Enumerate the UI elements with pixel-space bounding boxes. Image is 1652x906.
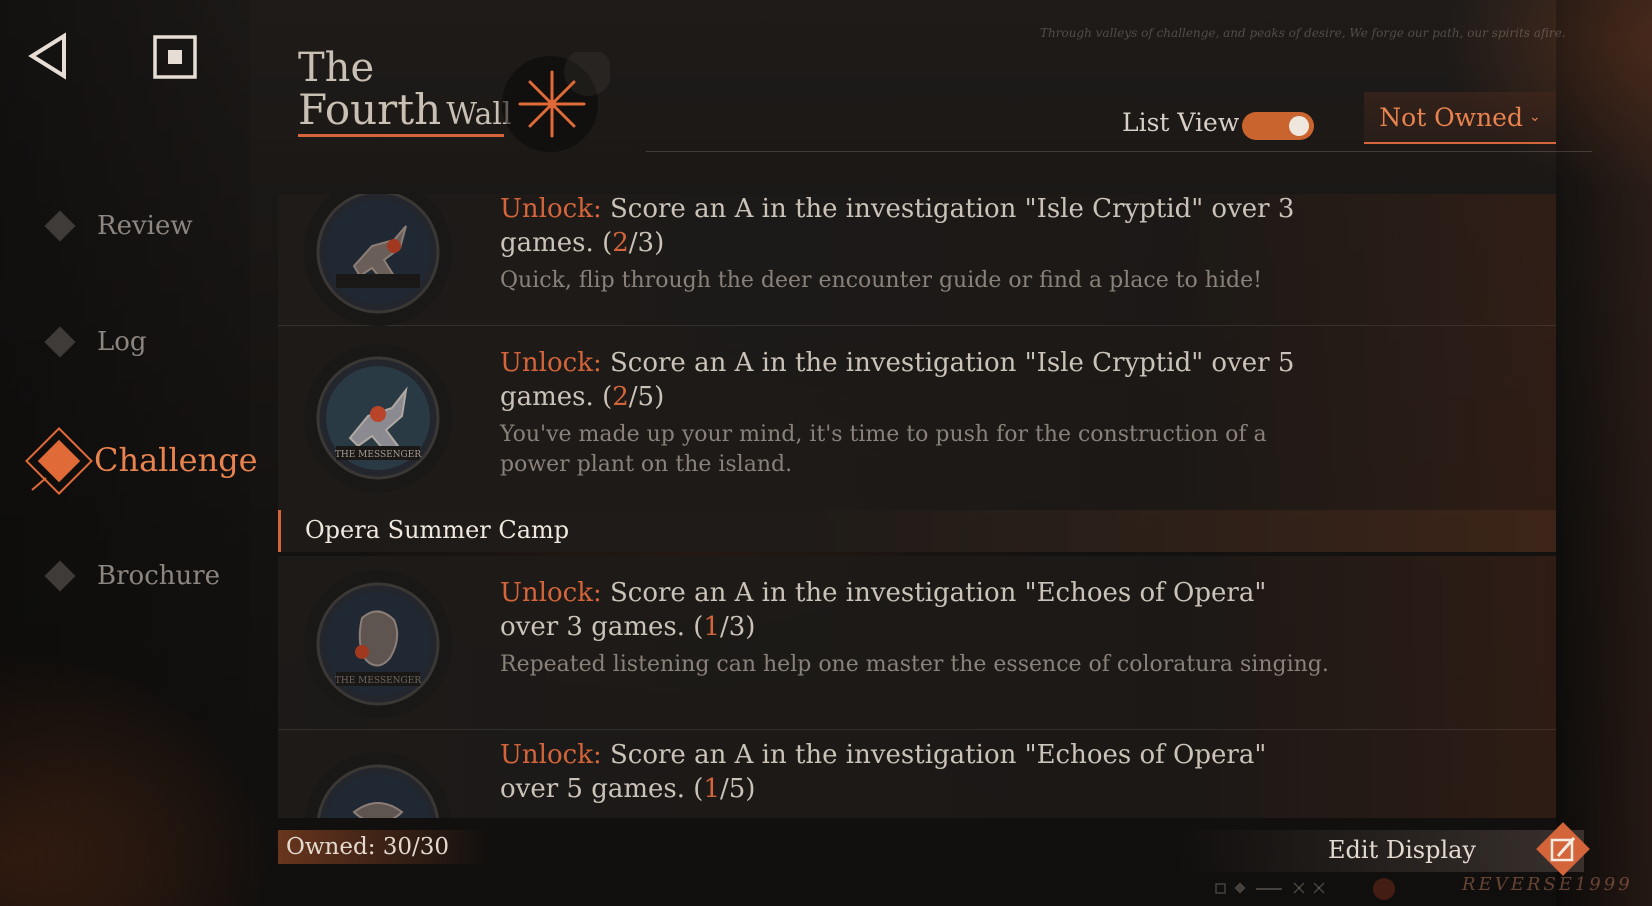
unlock-requirement: Unlock: Score an A in the investigation … xyxy=(500,738,1330,806)
sidebar-item-label: Log xyxy=(97,327,147,357)
sidebar-item-review[interactable]: Review xyxy=(40,206,193,246)
section-title: Opera Summer Camp xyxy=(305,516,570,544)
messenger-badge-icon: THE MESSENGER xyxy=(304,344,452,492)
progress-open: ( xyxy=(602,228,613,258)
item-description: Repeated listening can help one master t… xyxy=(500,652,1329,677)
list-item[interactable]: THE MESSENGER Unlock: Score an A in the … xyxy=(278,556,1556,730)
unlock-requirement: Unlock: Score an A in the investigation … xyxy=(500,194,1330,260)
diamond-icon xyxy=(44,326,76,358)
game-logo: REVERSE1999 xyxy=(1462,874,1633,895)
progress-open: ( xyxy=(602,382,613,412)
right-edge-band xyxy=(1556,0,1652,906)
svg-text:THE MESSENGER: THE MESSENGER xyxy=(335,450,421,460)
sidebar-item-label: Brochure xyxy=(97,561,221,591)
progress-current: 1 xyxy=(703,612,720,642)
progress-total: /3) xyxy=(628,228,665,258)
progress-open: ( xyxy=(693,774,704,804)
owned-count: Owned: 30/30 xyxy=(278,830,488,864)
list-item[interactable]: THE MESSENGER Unlock: Score an A in the … xyxy=(278,326,1556,510)
list-view-label: List View xyxy=(1122,108,1240,137)
unlock-keyword: Unlock: xyxy=(500,578,602,608)
title-line-2: Fourth xyxy=(298,85,442,134)
messenger-badge-icon: THE MESSENGER xyxy=(304,570,452,718)
filter-dropdown[interactable]: Not Owned ⌄ xyxy=(1364,92,1556,144)
chevron-down-icon: ⌄ xyxy=(1528,109,1541,125)
page-title: The Fourth Wall xyxy=(298,48,512,132)
section-header: Opera Summer Camp xyxy=(278,510,1556,552)
messenger-badge-icon xyxy=(304,752,452,818)
divider xyxy=(646,151,1592,152)
unlock-keyword: Unlock: xyxy=(500,348,602,378)
diamond-icon xyxy=(44,210,76,242)
unlock-requirement: Unlock: Score an A in the investigation … xyxy=(500,346,1330,414)
requirement-text: Score an A in the investigation "Echoes … xyxy=(500,740,1267,804)
sidebar-item-challenge[interactable]: Challenge xyxy=(60,440,258,480)
filter-label: Not Owned xyxy=(1379,102,1523,132)
edit-display-button[interactable]: Edit Display xyxy=(1180,830,1584,872)
item-description: You've made up your mind, it's time to p… xyxy=(500,422,1267,477)
list-item[interactable]: Unlock: Score an A in the investigation … xyxy=(278,194,1556,326)
list-item-text: Unlock: Score an A in the investigation … xyxy=(500,194,1330,296)
home-button[interactable] xyxy=(152,34,198,80)
progress-total: /5) xyxy=(628,382,665,412)
unlock-keyword: Unlock: xyxy=(500,740,602,770)
back-button[interactable] xyxy=(26,32,70,80)
item-description: Quick, flip through the deer encounter g… xyxy=(500,268,1262,293)
progress-open: ( xyxy=(693,612,704,642)
list-item-text: Unlock: Score an A in the investigation … xyxy=(500,346,1330,480)
sidebar-item-label: Review xyxy=(97,211,193,241)
messenger-badge-icon xyxy=(304,194,452,326)
unlock-requirement: Unlock: Score an A in the investigation … xyxy=(500,576,1330,644)
list-view-toggle[interactable] xyxy=(1242,112,1314,140)
toggle-knob xyxy=(1289,116,1309,136)
back-triangle-icon xyxy=(28,32,66,80)
progress-current: 2 xyxy=(612,228,629,258)
edit-pencil-icon[interactable] xyxy=(1532,818,1594,880)
requirement-text: Score an A in the investigation "Echoes … xyxy=(500,578,1267,642)
challenge-list[interactable]: Unlock: Score an A in the investigation … xyxy=(278,194,1556,818)
starburst-emblem-icon xyxy=(502,52,610,152)
sidebar-item-label: Challenge xyxy=(94,441,258,479)
list-item-text: Unlock: Score an A in the investigation … xyxy=(500,738,1330,806)
sidebar-item-log[interactable]: Log xyxy=(40,322,147,362)
progress-total: /3) xyxy=(720,612,756,642)
progress-total: /5) xyxy=(720,774,756,804)
svg-text:THE MESSENGER: THE MESSENGER xyxy=(335,676,421,686)
edit-display-label: Edit Display xyxy=(1328,836,1476,864)
diamond-icon xyxy=(44,560,76,592)
list-item[interactable]: Unlock: Score an A in the investigation … xyxy=(278,730,1556,818)
home-square-icon xyxy=(153,35,197,79)
sidebar-item-brochure[interactable]: Brochure xyxy=(40,556,220,596)
list-item-text: Unlock: Score an A in the investigation … xyxy=(500,576,1330,680)
progress-current: 2 xyxy=(612,382,629,412)
title-line-1: The xyxy=(298,45,375,91)
title-underline xyxy=(298,134,504,137)
unlock-keyword: Unlock: xyxy=(500,194,602,224)
progress-current: 1 xyxy=(703,774,720,804)
decorative-marks xyxy=(1215,878,1395,900)
tagline: Through valleys of challenge, and peaks … xyxy=(1040,26,1566,40)
